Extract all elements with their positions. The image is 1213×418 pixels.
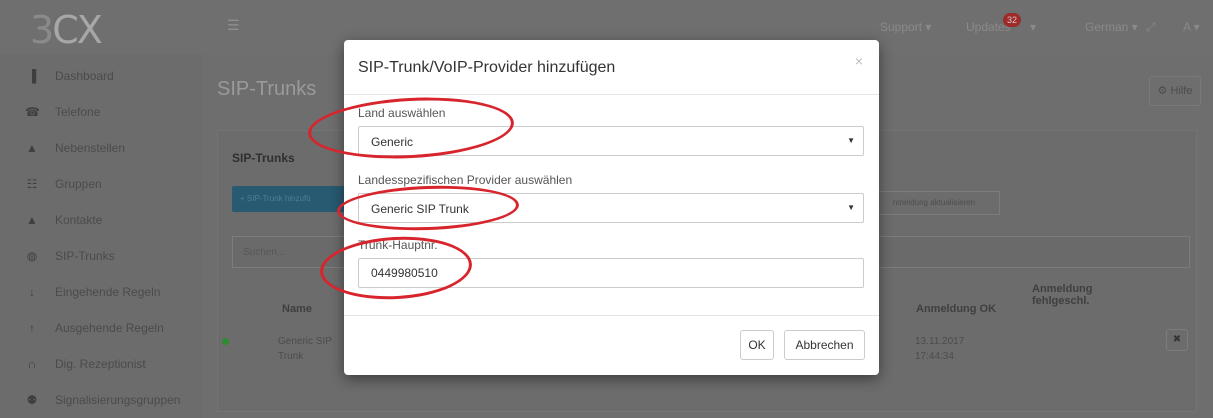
dialog-title: SIP-Trunk/VoIP-Provider hinzufügen (358, 59, 616, 76)
sidebar-item-gruppen[interactable]: ☷ Gruppen (0, 166, 203, 202)
sidebar-item-label: Gruppen (55, 177, 102, 191)
sidebar-item-label: Telefone (55, 105, 101, 119)
sidebar-item-label: Nebenstellen (55, 141, 126, 155)
sidebar-item-label: Signalisierungsgruppen (55, 393, 181, 407)
ok-button[interactable]: OK (740, 330, 774, 360)
sidebar-item-eingehende-regeln[interactable]: ↓ Eingehende Regeln (0, 274, 203, 310)
user-menu[interactable]: A ▾ (1183, 20, 1200, 34)
dialog-footer-divider (344, 315, 879, 316)
column-header-registration-ok[interactable]: Anmeldung OK (916, 303, 996, 315)
delete-trunk-button[interactable]: ✖ (1166, 329, 1188, 351)
sidebar: ▐ Dashboard ☎ Telefone ▲ Nebenstellen ☷ Grup… (0, 54, 203, 418)
grid-icon: ☷ (26, 177, 38, 191)
updates-count-badge: 32 (1003, 13, 1021, 27)
refresh-registration-button[interactable]: nmeldung aktualisieren (868, 191, 1000, 215)
globe-icon: ◍ (26, 249, 38, 263)
chevron-down-icon: ▼ (847, 136, 855, 145)
user-icon: ▲ (26, 141, 38, 155)
panel-title: SIP-Trunks (232, 151, 295, 165)
sidebar-item-label: SIP-Trunks (55, 249, 115, 263)
fullscreen-icon[interactable]: ⤢ (1146, 20, 1156, 35)
chevron-down-icon[interactable]: ▾ (1030, 20, 1036, 34)
sidebar-item-label: Ausgehende Regeln (55, 321, 164, 335)
menu-toggle-icon[interactable]: ☰ (227, 17, 243, 33)
sidebar-item-dig-rezeptionist[interactable]: ∩ Dig. Rezeptionist (0, 346, 203, 382)
brand-logo[interactable]: 3CX (30, 8, 103, 52)
sidebar-item-ausgehende-regeln[interactable]: ↑ Ausgehende Regeln (0, 310, 203, 346)
registration-ok-cell: 13.11.2017 17:44:34 (915, 336, 965, 362)
arrow-up-icon: ↑ (29, 321, 35, 335)
sidebar-item-label: Eingehende Regeln (55, 285, 161, 299)
status-indicator (222, 338, 229, 345)
provider-label: Landesspezifischen Provider auswählen (358, 173, 573, 187)
phone-icon: ☎ (25, 105, 40, 119)
language-menu[interactable]: German ▾ (1085, 20, 1138, 34)
sidebar-item-nebenstellen[interactable]: ▲ Nebenstellen (0, 130, 203, 166)
sidebar-item-label: Dashboard (55, 69, 114, 83)
headset-icon: ∩ (27, 357, 37, 371)
sidebar-item-kontakte[interactable]: ▲ Kontakte (0, 202, 203, 238)
trunk-name-cell[interactable]: Generic SIP Trunk (278, 334, 332, 364)
dialog-header: SIP-Trunk/VoIP-Provider hinzufügen × (344, 40, 879, 95)
help-button[interactable]: ⚙ Hilfe (1149, 76, 1201, 106)
contact-icon: ▲ (26, 213, 38, 227)
cancel-button[interactable]: Abbrechen (784, 330, 865, 360)
bar-chart-icon: ▐ (27, 69, 37, 83)
sidebar-item-label: Dig. Rezeptionist (55, 357, 146, 371)
group-icon: ⚉ (26, 393, 38, 407)
column-header-name[interactable]: Name (282, 303, 312, 315)
support-menu[interactable]: Support ▾ (880, 20, 931, 34)
chevron-down-icon: ▼ (847, 203, 855, 212)
arrow-down-icon: ↓ (29, 285, 35, 299)
sidebar-item-dashboard[interactable]: ▐ Dashboard (0, 58, 203, 94)
sidebar-item-signalisierungsgruppen[interactable]: ⚉ Signalisierungsgruppen (0, 382, 203, 418)
sidebar-item-sip-trunks[interactable]: ◍ SIP-Trunks (0, 238, 203, 274)
help-icon: ⚙ (1157, 85, 1171, 97)
column-header-registration-failed[interactable]: Anmeldung fehlgeschl. (1032, 283, 1093, 307)
close-icon[interactable]: × (855, 53, 863, 69)
sidebar-item-telefone[interactable]: ☎ Telefone (0, 94, 203, 130)
page-title: SIP-Trunks (217, 78, 317, 100)
sidebar-item-label: Kontakte (55, 213, 103, 227)
